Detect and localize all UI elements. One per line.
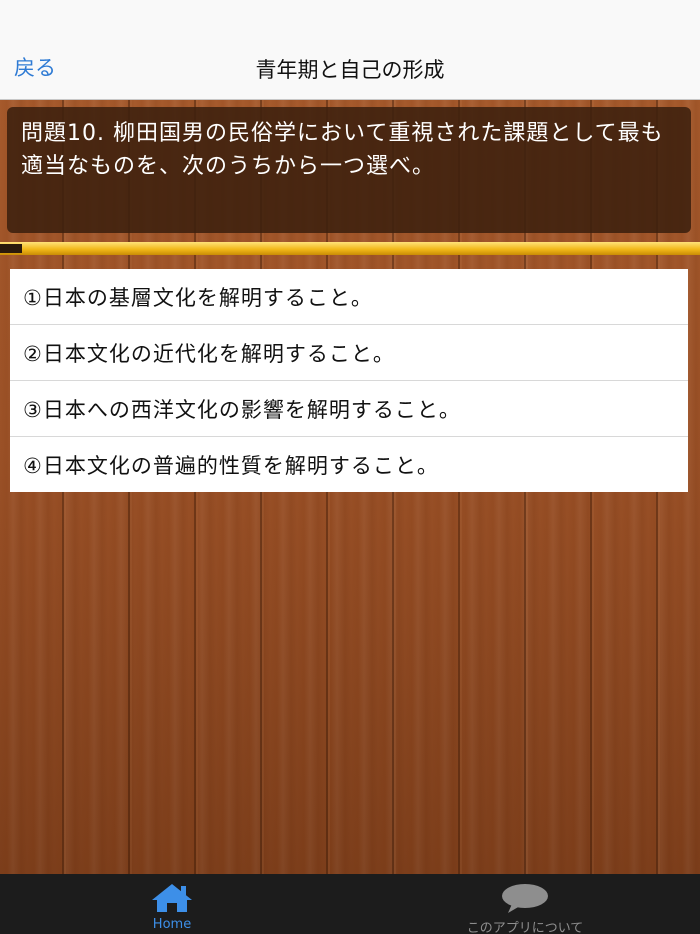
speech-bubble-icon	[502, 884, 548, 913]
question-text: 問題10. 柳田国男の民俗学において重視された課題として最も適当なものを、次のう…	[7, 107, 691, 233]
answer-choice-4[interactable]: ④日本文化の普遍的性質を解明すること。	[10, 437, 688, 492]
answer-choice-label: ②日本文化の近代化を解明すること。	[23, 341, 395, 366]
tab-home[interactable]: Home	[122, 874, 222, 934]
answer-choice-label: ①日本の基層文化を解明すること。	[23, 285, 373, 310]
answer-choice-label: ④日本文化の普遍的性質を解明すること。	[23, 453, 439, 478]
progress-bar	[0, 242, 700, 255]
answer-choice-2[interactable]: ②日本文化の近代化を解明すること。	[10, 325, 688, 381]
navigation-bar: 戻る 青年期と自己の形成	[0, 0, 700, 100]
progress-bar-fill	[0, 242, 700, 255]
answer-choice-list: ①日本の基層文化を解明すること。 ②日本文化の近代化を解明すること。 ③日本への…	[10, 269, 688, 492]
answer-choice-3[interactable]: ③日本への西洋文化の影響を解明すること。	[10, 381, 688, 437]
tab-bar: Home このアプリについて	[0, 874, 700, 934]
answer-choice-1[interactable]: ①日本の基層文化を解明すること。	[10, 269, 688, 325]
page-title: 青年期と自己の形成	[255, 58, 445, 82]
home-icon	[152, 884, 192, 912]
tab-about-app-label: このアプリについて	[466, 921, 584, 934]
progress-bar-start-cap	[0, 244, 22, 253]
tab-about-app[interactable]: このアプリについて	[420, 874, 630, 934]
tab-home-label: Home	[152, 917, 192, 932]
answer-choice-label: ③日本への西洋文化の影響を解明すること。	[23, 397, 461, 422]
